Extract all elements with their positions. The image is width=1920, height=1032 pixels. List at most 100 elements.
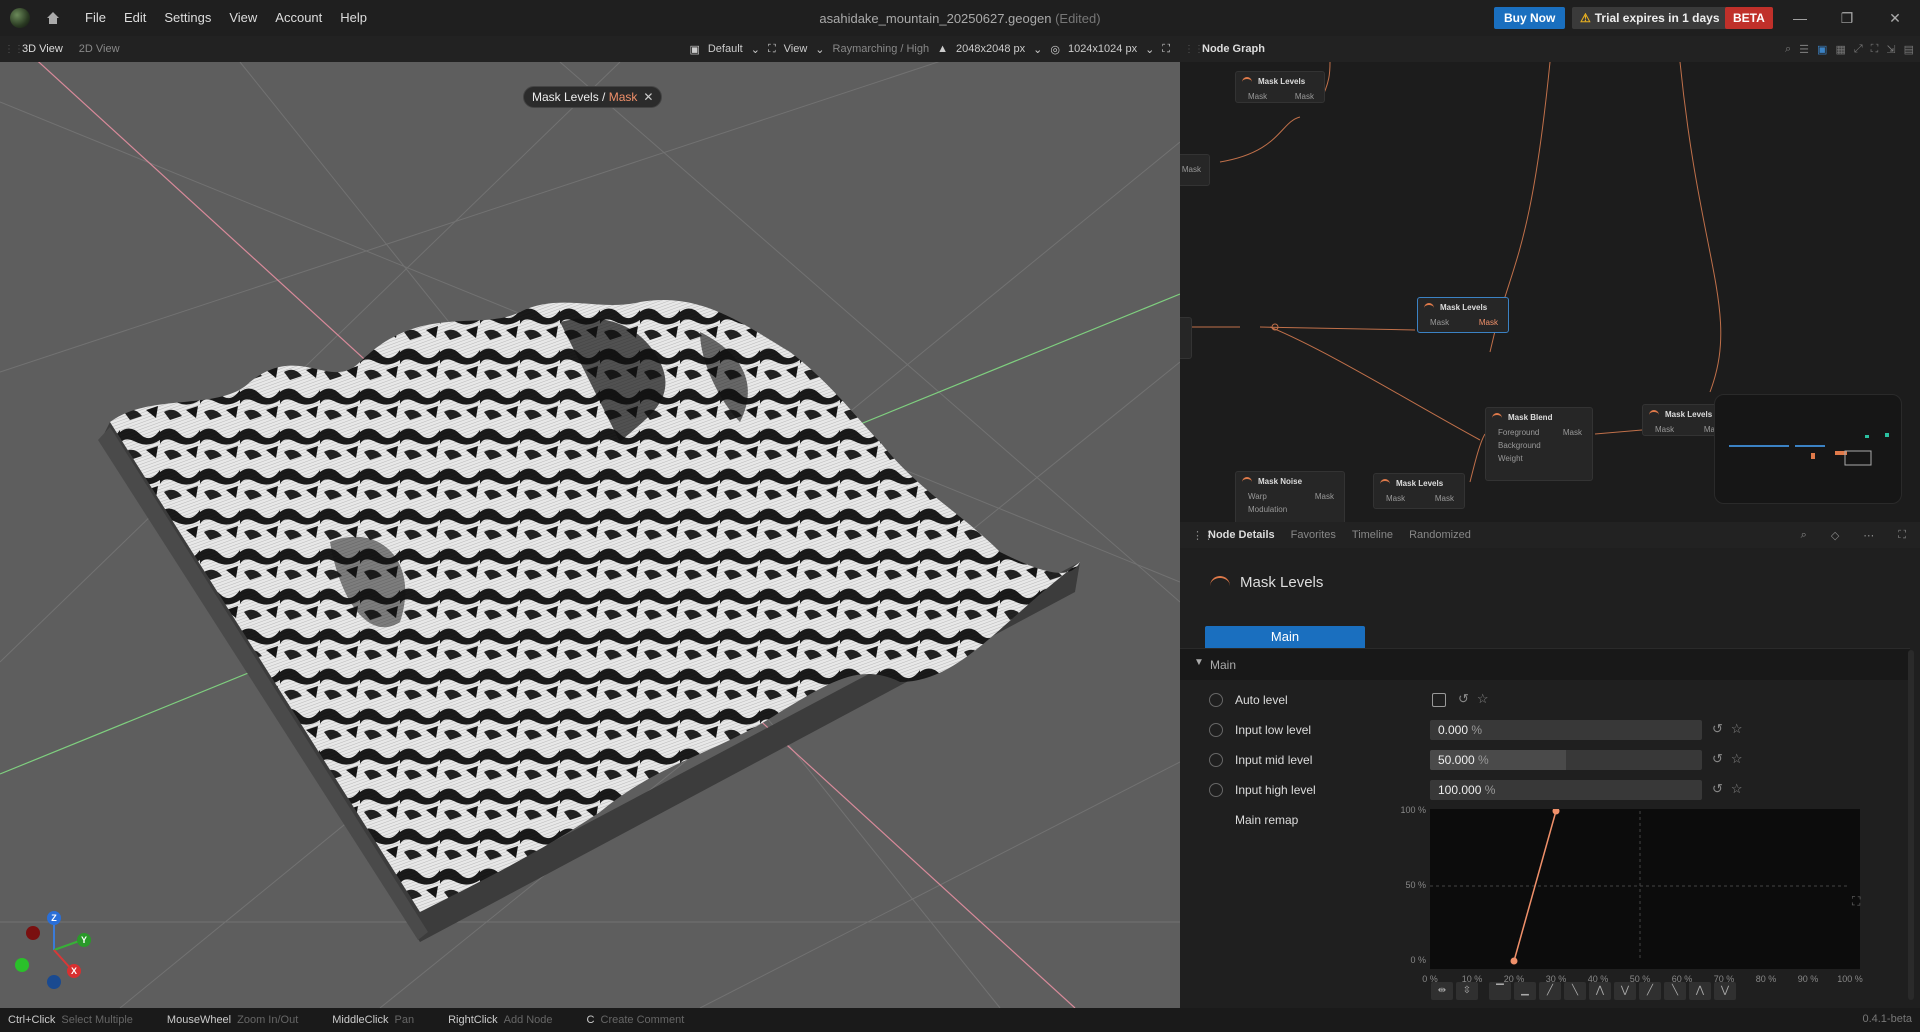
- y-axis-icon[interactable]: Y: [77, 933, 91, 947]
- more-icon[interactable]: ⋯: [1855, 529, 1882, 542]
- section-main[interactable]: ▼ Main: [1180, 648, 1910, 680]
- grip-icon[interactable]: ⋮⋮: [4, 44, 24, 55]
- node-fragment[interactable]: [1180, 317, 1192, 359]
- chevron-down-icon[interactable]: ⌄: [751, 43, 760, 56]
- arrange-icon[interactable]: ⇲: [1886, 43, 1895, 56]
- 3d-viewport[interactable]: Z Y X: [0, 62, 1180, 1008]
- grid-icon[interactable]: ▦: [1835, 43, 1845, 56]
- menu-account[interactable]: Account: [266, 0, 331, 36]
- neg-x-axis-icon[interactable]: [26, 926, 40, 940]
- node-fragment[interactable]: Mask: [1180, 154, 1210, 186]
- view-menu[interactable]: View: [784, 43, 808, 55]
- node-mask-levels[interactable]: Mask Levels Mask Mask: [1373, 473, 1465, 509]
- search-icon[interactable]: ⌕: [1785, 43, 1791, 56]
- diamond-icon[interactable]: ◇: [1823, 529, 1847, 542]
- reset-icon[interactable]: ↺: [1712, 781, 1723, 797]
- expand-icon[interactable]: ⛶: [1890, 529, 1914, 542]
- node-port[interactable]: Mask: [1182, 165, 1201, 174]
- fullscreen-icon[interactable]: ⛶: [1852, 894, 1860, 909]
- node-port[interactable]: Foreground: [1498, 428, 1539, 437]
- node-port[interactable]: Mask: [1248, 92, 1267, 101]
- link-icon[interactable]: ⤢: [1854, 43, 1863, 56]
- favorite-star-icon[interactable]: ☆: [1731, 751, 1743, 767]
- node-mask-levels[interactable]: Mask Levels Mask Mas: [1642, 404, 1722, 436]
- preset-high-flat-icon[interactable]: ▔: [1489, 982, 1511, 1000]
- menu-file[interactable]: File: [76, 0, 115, 36]
- favorite-star-icon[interactable]: ☆: [1477, 691, 1489, 707]
- menu-edit[interactable]: Edit: [115, 0, 155, 36]
- param-expose-radio[interactable]: [1209, 693, 1223, 707]
- preset-bump-icon[interactable]: ⋀: [1689, 982, 1711, 1000]
- minimize-icon[interactable]: —: [1790, 8, 1810, 28]
- node-mask-noise[interactable]: Mask Noise Warp Mask Modulation: [1235, 471, 1345, 522]
- panel-icon[interactable]: ▤: [1904, 43, 1914, 56]
- input-low-level-slider[interactable]: 0.000 %: [1430, 720, 1702, 740]
- tab-randomized[interactable]: Randomized: [1401, 529, 1479, 541]
- node-port[interactable]: Mask: [1563, 428, 1582, 437]
- fit-icon[interactable]: ⛶: [1871, 43, 1879, 56]
- tab-node-details[interactable]: Node Details: [1200, 529, 1283, 541]
- search-icon[interactable]: ⌕: [1793, 529, 1815, 542]
- node-port[interactable]: Background: [1498, 441, 1541, 450]
- details-scrollbar[interactable]: [1908, 650, 1914, 1000]
- node-port[interactable]: Mask: [1655, 425, 1674, 434]
- favorite-star-icon[interactable]: ☆: [1731, 781, 1743, 797]
- home-icon[interactable]: [46, 10, 62, 26]
- node-port[interactable]: Modulation: [1248, 505, 1287, 514]
- input-high-level-slider[interactable]: 100.000 %: [1430, 780, 1702, 800]
- remap-control-point[interactable]: [1552, 807, 1560, 815]
- reset-icon[interactable]: ↺: [1712, 751, 1723, 767]
- node-port[interactable]: Mask: [1430, 318, 1449, 327]
- preset-inverse-icon[interactable]: ╲: [1564, 982, 1586, 1000]
- reset-icon[interactable]: ↺: [1458, 691, 1469, 707]
- maximize-icon[interactable]: ❐: [1837, 8, 1857, 28]
- resolution-select[interactable]: 2048x2048 px: [956, 43, 1025, 55]
- grip-icon[interactable]: ⋮⋮: [1184, 529, 1214, 542]
- param-expose-radio[interactable]: [1209, 783, 1223, 797]
- tab-3d-view[interactable]: 3D View: [14, 36, 71, 62]
- node-port[interactable]: Mask: [1295, 92, 1314, 101]
- grip-icon[interactable]: ⋮⋮: [1184, 44, 1204, 55]
- preview-resolution-select[interactable]: 1024x1024 px: [1068, 43, 1137, 55]
- param-expose-radio[interactable]: [1209, 753, 1223, 767]
- preset-peak-icon[interactable]: ⋀: [1589, 982, 1611, 1000]
- tab-timeline[interactable]: Timeline: [1344, 529, 1401, 541]
- menu-settings[interactable]: Settings: [155, 0, 220, 36]
- auto-level-checkbox[interactable]: [1432, 693, 1446, 707]
- remap-curve-svg[interactable]: [1430, 807, 1860, 969]
- input-mid-level-slider[interactable]: 50.000 %: [1430, 750, 1702, 770]
- node-port[interactable]: Mask: [1435, 494, 1454, 503]
- trial-badge[interactable]: ⚠ Trial expires in 1 days: [1572, 7, 1728, 29]
- menu-view[interactable]: View: [220, 0, 266, 36]
- breadcrumb-node[interactable]: Mask Levels: [532, 90, 599, 104]
- preset-ramp-down-icon[interactable]: ╲: [1664, 982, 1686, 1000]
- tab-2d-view[interactable]: 2D View: [71, 36, 128, 62]
- preset-linear-icon[interactable]: ╱: [1539, 982, 1561, 1000]
- preset-ramp-up-icon[interactable]: ╱: [1639, 982, 1661, 1000]
- param-expose-radio[interactable]: [1209, 723, 1223, 737]
- preset-low-flat-icon[interactable]: ▁: [1514, 982, 1536, 1000]
- camera-preset-select[interactable]: Default: [708, 43, 743, 55]
- fullscreen-icon[interactable]: ⛶: [1162, 43, 1170, 56]
- node-port[interactable]: Mask: [1479, 318, 1498, 327]
- chevron-down-icon[interactable]: ⌄: [815, 43, 824, 56]
- preset-dip-icon[interactable]: ⋁: [1714, 982, 1736, 1000]
- close-icon[interactable]: ✕: [643, 90, 653, 104]
- node-port[interactable]: Weight: [1498, 454, 1523, 463]
- chevron-down-icon[interactable]: ⌄: [1033, 43, 1042, 56]
- x-axis-icon[interactable]: X: [67, 964, 81, 978]
- node-port[interactable]: Warp: [1248, 492, 1267, 501]
- preset-valley-icon[interactable]: ⋁: [1614, 982, 1636, 1000]
- tab-main[interactable]: Main: [1205, 626, 1365, 648]
- chevron-down-icon[interactable]: ⌄: [1145, 43, 1154, 56]
- tab-favorites[interactable]: Favorites: [1283, 529, 1344, 541]
- node-port[interactable]: Mask: [1315, 492, 1334, 501]
- remap-curve-editor[interactable]: [1430, 807, 1860, 969]
- buy-now-button[interactable]: Buy Now: [1494, 7, 1566, 29]
- menu-help[interactable]: Help: [331, 0, 376, 36]
- node-graph-minimap[interactable]: [1714, 394, 1902, 504]
- node-mask-levels-selected[interactable]: Mask Levels Mask Mask: [1417, 297, 1509, 333]
- neg-z-axis-icon[interactable]: [47, 975, 61, 989]
- node-mask-blend[interactable]: Mask Blend Foreground Mask Background Wei…: [1485, 407, 1593, 481]
- remap-control-point[interactable]: [1510, 957, 1518, 965]
